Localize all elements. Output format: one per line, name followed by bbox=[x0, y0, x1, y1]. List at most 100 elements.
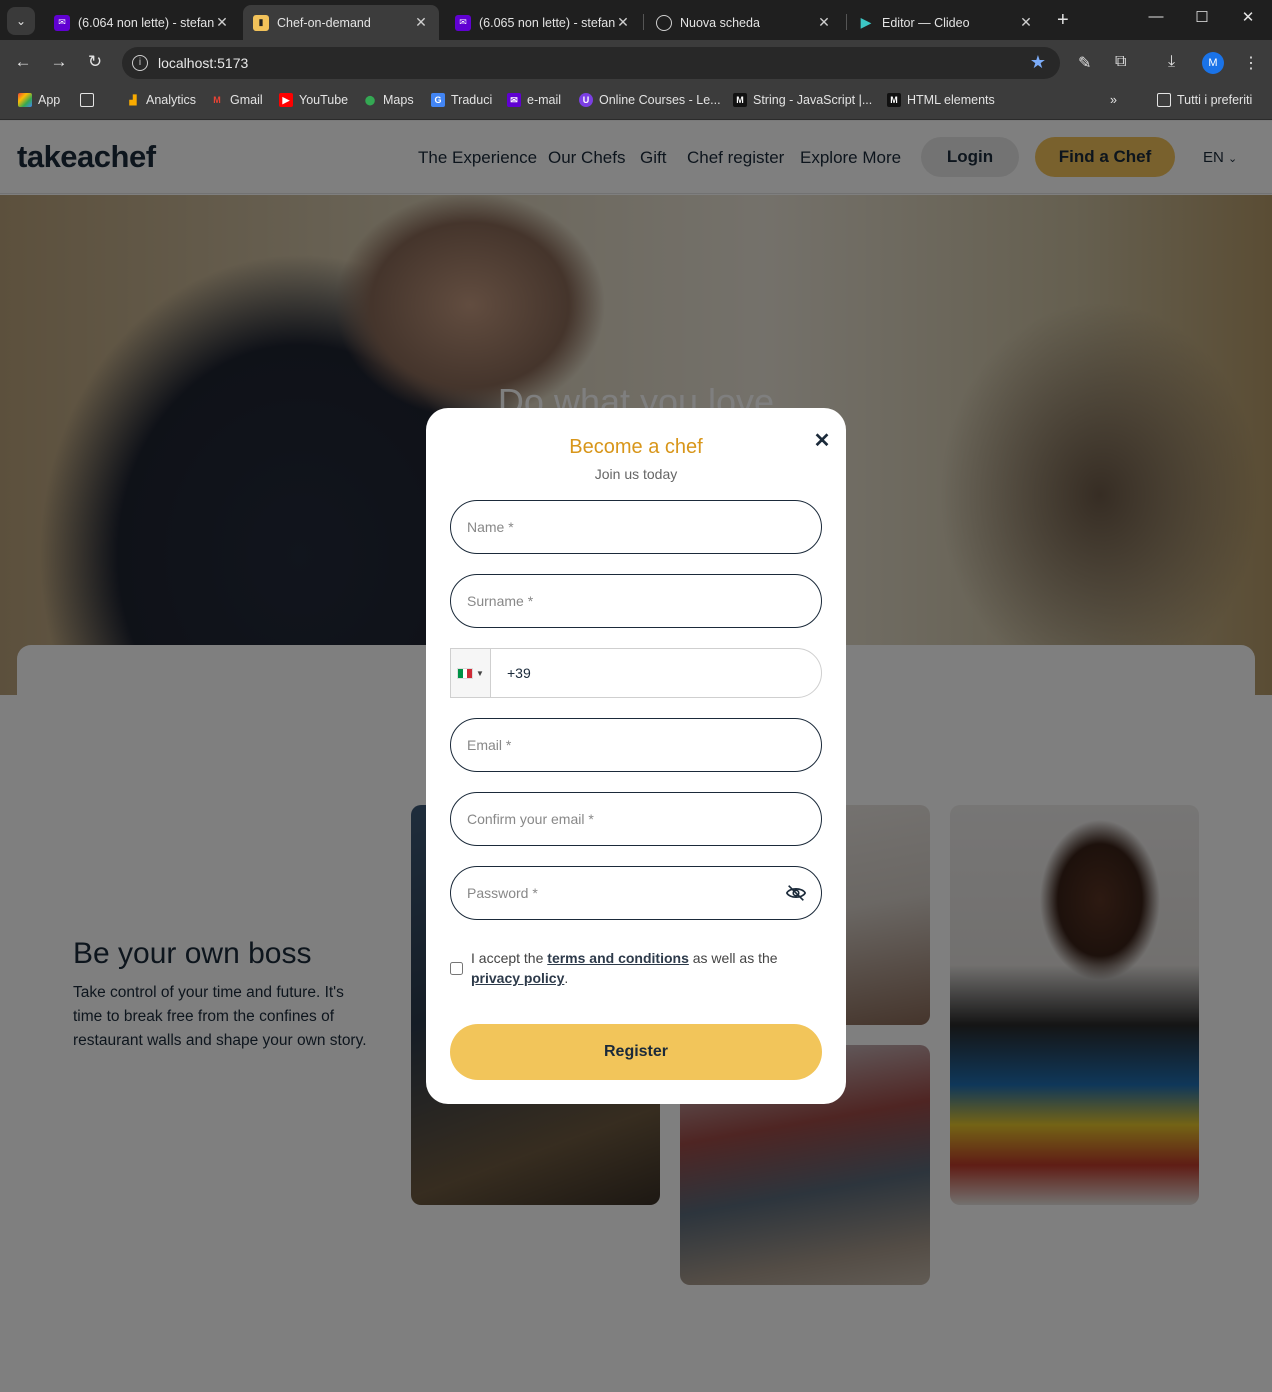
close-tab-icon[interactable]: ✕ bbox=[1018, 14, 1034, 31]
accept-terms-checkbox[interactable] bbox=[450, 962, 463, 975]
bookmark-maps[interactable]: ⬤ Maps bbox=[363, 93, 414, 107]
name-input[interactable] bbox=[467, 501, 787, 552]
phone-field[interactable]: ▼ bbox=[450, 648, 822, 698]
email-input[interactable] bbox=[467, 719, 787, 770]
youtube-icon: ▶ bbox=[279, 93, 293, 107]
bookmark-label: Maps bbox=[383, 93, 414, 107]
bookmark-youtube[interactable]: ▶ YouTube bbox=[279, 93, 348, 107]
folder-icon bbox=[1157, 93, 1171, 107]
bookmark-label: Online Courses - Le... bbox=[599, 93, 721, 107]
close-icon[interactable]: ✕ bbox=[812, 428, 832, 452]
reload-icon[interactable]: ↻ bbox=[84, 52, 106, 72]
gmail-icon: M bbox=[213, 95, 221, 105]
maximize-icon[interactable]: ☐ bbox=[1187, 8, 1217, 26]
bookmarks-bar: App ▟ Analytics M Gmail ▶ YouTube ⬤ Maps G Tr… bbox=[0, 86, 1272, 120]
profile-avatar[interactable]: M bbox=[1202, 52, 1224, 74]
tab-title: (6.065 non lette) - stefan bbox=[479, 15, 615, 30]
become-chef-modal: Become a chef Join us today ✕ ▼ bbox=[426, 408, 846, 1104]
italy-flag-icon bbox=[457, 667, 474, 679]
bookmark-online-courses[interactable]: U Online Courses - Le... bbox=[579, 93, 721, 107]
bookmark-label: YouTube bbox=[299, 93, 349, 107]
tab-groups-icon bbox=[80, 93, 94, 107]
bookmark-label: e-mail bbox=[527, 93, 562, 107]
bookmark-gmail[interactable]: M Gmail bbox=[210, 93, 263, 107]
tab-title: Chef-on-demand bbox=[277, 15, 371, 30]
bookmark-html-elements[interactable]: M HTML elements bbox=[887, 93, 995, 107]
more-bookmarks-icon[interactable]: » bbox=[1110, 93, 1117, 107]
register-button[interactable]: Register bbox=[450, 1024, 822, 1080]
menu-kebab-icon[interactable]: ⋮ bbox=[1243, 53, 1259, 73]
back-icon[interactable]: ← bbox=[12, 52, 34, 72]
bookmark-string-js[interactable]: M String - JavaScript |... bbox=[733, 93, 872, 107]
password-input[interactable] bbox=[467, 867, 787, 918]
privacy-policy-link[interactable]: privacy policy bbox=[471, 970, 564, 986]
close-tab-icon[interactable]: ✕ bbox=[413, 14, 429, 31]
eyedropper-extension-icon[interactable]: ✎ bbox=[1078, 53, 1091, 73]
bookmark-email[interactable]: ✉ e-mail bbox=[507, 93, 561, 107]
browser-tab[interactable]: ✉ (6.064 non lette) - stefan ✕ bbox=[44, 5, 240, 40]
web-page: takeachef The Experience Our Chefs Gift … bbox=[0, 121, 1272, 1392]
confirm-email-field[interactable] bbox=[450, 792, 822, 846]
bookmark-label: Traduci bbox=[451, 93, 493, 107]
phone-input[interactable] bbox=[507, 649, 807, 697]
tab-title: Nuova scheda bbox=[680, 15, 760, 30]
eye-off-icon[interactable] bbox=[785, 882, 807, 904]
close-tab-icon[interactable]: ✕ bbox=[816, 14, 832, 31]
terms-middle: as well as the bbox=[688, 950, 778, 966]
bookmark-label: App bbox=[38, 93, 61, 107]
window-close-icon[interactable]: ✕ bbox=[1233, 8, 1263, 26]
browser-tab[interactable]: ✉ (6.065 non lette) - stefan ✕ bbox=[445, 5, 641, 40]
tab-title: (6.064 non lette) - stefan bbox=[78, 15, 214, 30]
bookmark-label: Gmail bbox=[230, 93, 263, 107]
download-icon[interactable]: ⤓ bbox=[1168, 53, 1175, 71]
translate-icon: G bbox=[431, 93, 445, 107]
site-info-icon[interactable]: i bbox=[132, 55, 148, 71]
terms-row: I accept the terms and conditions as wel… bbox=[450, 948, 822, 988]
modal-subtitle: Join us today bbox=[594, 466, 678, 482]
name-field[interactable] bbox=[450, 500, 822, 554]
address-bar[interactable]: i localhost:5173 ★ bbox=[122, 47, 1060, 79]
browser-tab[interactable]: ▶ Editor — Clideo ✕ bbox=[848, 5, 1044, 40]
country-selector[interactable]: ▼ bbox=[451, 649, 491, 697]
tab-title: Editor — Clideo bbox=[882, 15, 970, 30]
browser-tab-active[interactable]: ▮ Chef-on-demand ✕ bbox=[243, 5, 439, 40]
minimize-icon[interactable]: — bbox=[1141, 8, 1171, 25]
bookmark-app[interactable]: App bbox=[18, 93, 60, 107]
confirm-email-input[interactable] bbox=[467, 793, 787, 844]
browser-tab-bar: ⌄ ✉ (6.064 non lette) - stefan ✕ ▮ Chef-… bbox=[0, 0, 1272, 40]
surname-field[interactable] bbox=[450, 574, 822, 628]
forward-icon[interactable]: → bbox=[48, 52, 70, 72]
bookmark-analytics[interactable]: ▟ Analytics bbox=[126, 93, 197, 107]
bookmark-label: Analytics bbox=[146, 93, 197, 107]
close-tab-icon[interactable]: ✕ bbox=[615, 14, 631, 31]
yahoo-mail-icon: ✉ bbox=[507, 93, 521, 107]
apps-grid-icon bbox=[18, 93, 32, 107]
terms-text: I accept the terms and conditions as wel… bbox=[471, 948, 822, 988]
bookmark-traduci[interactable]: G Traduci bbox=[431, 93, 492, 107]
terms-suffix: . bbox=[564, 970, 569, 986]
tab-search-button[interactable]: ⌄ bbox=[7, 7, 35, 35]
tab-separator bbox=[643, 14, 644, 30]
bookmark-label: Tutti i preferiti bbox=[1177, 93, 1253, 107]
chevron-down-icon: ⌄ bbox=[15, 14, 27, 28]
email-field[interactable] bbox=[450, 718, 822, 772]
clideo-icon: ▶ bbox=[860, 14, 872, 30]
extensions-icon[interactable]: ⧉ bbox=[1115, 53, 1126, 71]
terms-link[interactable]: terms and conditions bbox=[547, 950, 689, 966]
password-field[interactable] bbox=[450, 866, 822, 920]
yahoo-mail-icon: ✉ bbox=[455, 14, 471, 31]
bookmark-tab-groups[interactable] bbox=[80, 93, 100, 107]
maps-pin-icon: ⬤ bbox=[364, 94, 376, 105]
all-bookmarks-folder[interactable]: Tutti i preferiti bbox=[1157, 93, 1252, 107]
bookmark-star-icon[interactable]: ★ bbox=[1030, 52, 1046, 73]
bookmark-label: HTML elements bbox=[907, 93, 995, 107]
new-tab-icon[interactable]: + bbox=[1057, 9, 1069, 32]
close-tab-icon[interactable]: ✕ bbox=[214, 14, 230, 31]
browser-tab[interactable]: Nuova scheda ✕ bbox=[646, 5, 842, 40]
globe-icon bbox=[656, 14, 672, 31]
yahoo-mail-icon: ✉ bbox=[54, 14, 70, 31]
tab-separator bbox=[846, 14, 847, 30]
vite-icon: ▮ bbox=[253, 14, 269, 31]
surname-input[interactable] bbox=[467, 575, 787, 626]
caret-down-icon: ▼ bbox=[476, 668, 484, 678]
